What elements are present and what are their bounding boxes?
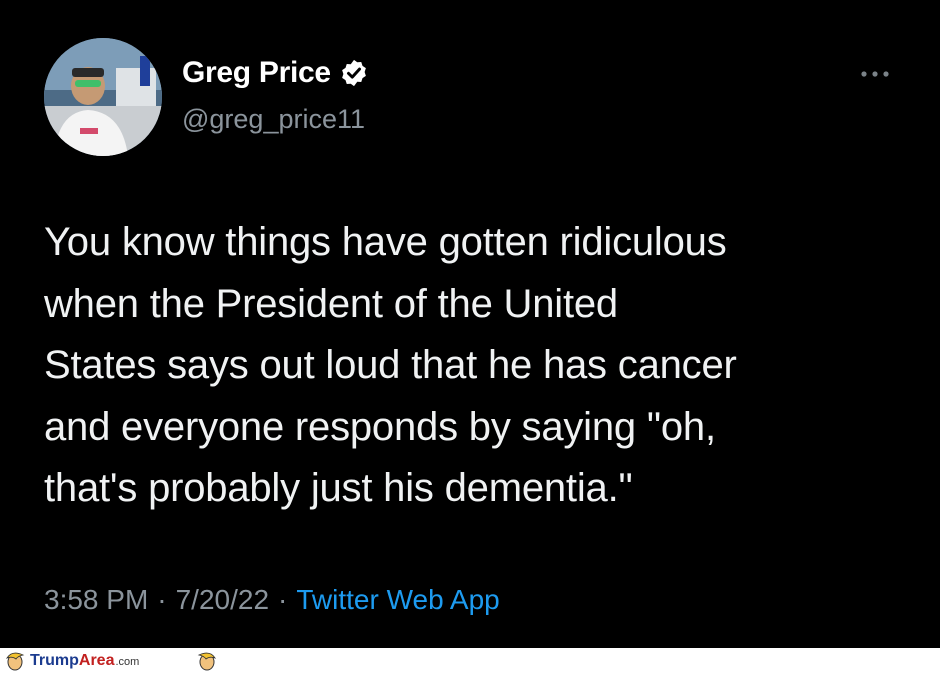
trump-head-icon bbox=[197, 652, 216, 671]
more-options-icon[interactable] bbox=[858, 66, 892, 82]
user-handle[interactable]: @greg_price11 bbox=[182, 104, 365, 135]
tweet-text: You know things have gotten ridiculous w… bbox=[44, 220, 737, 510]
watermark-bar: TrumpArea.com bbox=[0, 648, 940, 673]
watermark-part-1: Trump bbox=[30, 652, 79, 669]
tweet-card: Greg Price @greg_price11 You know things… bbox=[0, 0, 940, 648]
meta-separator: · bbox=[157, 584, 167, 615]
avatar-photo bbox=[44, 38, 162, 156]
watermark-part-2: Area bbox=[78, 652, 115, 669]
watermark-logo[interactable]: TrumpArea.com bbox=[30, 651, 139, 672]
tweet-time[interactable]: 3:58 PM bbox=[44, 584, 148, 616]
watermark-part-3: .com bbox=[115, 656, 140, 668]
tweet-source-link[interactable]: Twitter Web App bbox=[296, 584, 499, 616]
tweet-date[interactable]: 7/20/22 bbox=[176, 584, 269, 616]
verified-badge-icon bbox=[341, 59, 366, 87]
tweet-metadata: 3:58 PM · 7/20/22 · Twitter Web App bbox=[44, 584, 500, 616]
author-name-row: Greg Price bbox=[182, 56, 369, 90]
trump-head-icon bbox=[6, 652, 25, 671]
display-name[interactable]: Greg Price bbox=[182, 56, 331, 90]
meta-separator: · bbox=[278, 584, 288, 615]
avatar[interactable] bbox=[44, 38, 162, 156]
